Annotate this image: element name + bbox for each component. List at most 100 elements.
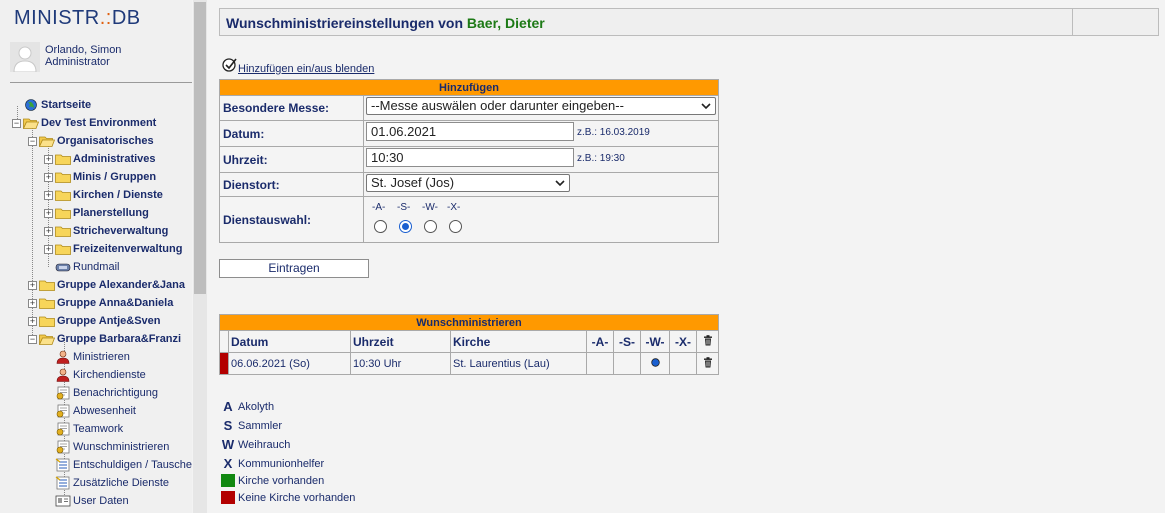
- dienst-label-w: -W-: [422, 202, 438, 213]
- settings-doc-icon: [55, 422, 71, 436]
- nav-item-label: Stricheverwaltung: [73, 225, 169, 237]
- col-kirche: Kirche: [450, 330, 587, 353]
- nav-item-user-daten[interactable]: User Daten: [0, 492, 192, 510]
- scrollbar-thumb[interactable]: [194, 2, 206, 294]
- red-swatch: [221, 491, 235, 504]
- table-row: 06.06.2021 (So) 10:30 Uhr St. Laurentius…: [219, 352, 719, 375]
- messe-label: Besondere Messe:: [219, 95, 364, 121]
- folder-icon: [39, 278, 55, 292]
- nav-item-benachrichtigung[interactable]: Benachrichtigung: [0, 384, 192, 402]
- sidebar-scrollbar[interactable]: [193, 0, 207, 513]
- expand-icon[interactable]: +: [28, 281, 37, 290]
- nav-item-label: Abwesenheit: [73, 405, 136, 417]
- uhrzeit-hint: z.B.: 19:30: [577, 153, 625, 164]
- col-a: -A-: [586, 330, 614, 353]
- dienst-radio-x[interactable]: [449, 220, 462, 233]
- dienstort-select[interactable]: St. Josef (Jos): [366, 174, 570, 192]
- nav-item-zusätzliche-dienste[interactable]: Zusätzliche Dienste: [0, 474, 192, 492]
- nav-item-teamwork[interactable]: Teamwork: [0, 420, 192, 438]
- sidebar: MINISTR.:DB Orlando, Simon Administrator…: [0, 0, 192, 513]
- mail-icon: [55, 260, 71, 274]
- checkmark-icon: [222, 58, 237, 72]
- member-name: Baer, Dieter: [466, 15, 545, 31]
- nav-item-rundmail[interactable]: Rundmail: [0, 258, 192, 276]
- nav-item-label: Teamwork: [73, 423, 124, 435]
- nav-item-label: Gruppe Alexander&Jana: [57, 279, 185, 291]
- nav-item-label: Ministrieren: [73, 351, 130, 363]
- nav-item-gruppe-anna-daniela[interactable]: + Gruppe Anna&Daniela: [0, 294, 192, 312]
- nav-item-dev-test-environment[interactable]: − Dev Test Environment: [0, 114, 192, 132]
- trash-icon: [703, 356, 712, 367]
- dienst-label-s: -S-: [397, 202, 411, 213]
- folder-icon: [55, 188, 71, 202]
- user-role: Administrator: [45, 56, 110, 68]
- row-uhrzeit: 10:30 Uhr: [350, 352, 451, 375]
- nav-item-freizeitenverwaltung[interactable]: + Freizeitenverwaltung: [0, 240, 192, 258]
- selected-dot-icon: [650, 357, 660, 367]
- folder-icon: [39, 314, 55, 328]
- nav-item-kirchen-dienste[interactable]: + Kirchen / Dienste: [0, 186, 192, 204]
- expand-icon[interactable]: +: [28, 317, 37, 326]
- collapse-icon[interactable]: −: [28, 335, 37, 344]
- folder-open-icon: [38, 134, 56, 148]
- toggle-add-form-link[interactable]: Hinzufügen ein/aus blenden: [238, 63, 374, 75]
- nav-item-entschuldigen-tauschen[interactable]: Entschuldigen / Tauschen: [0, 456, 192, 474]
- expand-icon[interactable]: +: [28, 299, 37, 308]
- datum-input[interactable]: 01.06.2021: [366, 122, 574, 141]
- nav-item-label: Zusätzliche Dienste: [73, 477, 169, 489]
- globe-icon: [23, 98, 39, 112]
- nav-item-administratives[interactable]: + Administratives: [0, 150, 192, 168]
- nav-item-gruppe-barbara-franzi[interactable]: − Gruppe Barbara&Franzi: [0, 330, 192, 348]
- nav-item-label: Rundmail: [73, 261, 120, 273]
- nav-item-label: User Daten: [73, 495, 129, 507]
- nav-item-label: Organisatorisches: [57, 135, 154, 147]
- folder-icon: [55, 242, 71, 256]
- folder-icon: [39, 296, 55, 310]
- expand-icon[interactable]: +: [44, 245, 53, 254]
- datum-label: Datum:: [219, 120, 364, 147]
- expand-icon[interactable]: +: [44, 209, 53, 218]
- dienst-label-a: -A-: [372, 202, 386, 213]
- nav-item-label: Startseite: [41, 99, 92, 111]
- expand-icon[interactable]: +: [44, 173, 53, 182]
- nav-item-label: Gruppe Barbara&Franzi: [57, 333, 182, 345]
- nav-item-gruppe-alexander-jana[interactable]: + Gruppe Alexander&Jana: [0, 276, 192, 294]
- nav-item-label: Entschuldigen / Tauschen: [73, 459, 192, 471]
- expand-icon[interactable]: +: [44, 191, 53, 200]
- wunsch-table-title: Wunschministrieren: [219, 314, 719, 331]
- nav-item-stricheverwaltung[interactable]: + Stricheverwaltung: [0, 222, 192, 240]
- folder-icon: [55, 224, 71, 238]
- collapse-icon[interactable]: −: [12, 119, 21, 128]
- app-logo[interactable]: MINISTR.:DB: [14, 7, 141, 30]
- nav-item-ministrieren[interactable]: Ministrieren: [0, 348, 192, 366]
- expand-icon[interactable]: +: [44, 227, 53, 236]
- chevron-down-icon: [555, 180, 565, 187]
- list-icon: [55, 476, 71, 490]
- nav-item-organisatorisches[interactable]: − Organisatorisches: [0, 132, 192, 150]
- eintragen-button[interactable]: Eintragen: [219, 259, 369, 278]
- settings-doc-icon: [55, 386, 71, 400]
- expand-icon[interactable]: +: [44, 155, 53, 164]
- dienst-radio-w[interactable]: [424, 220, 437, 233]
- dienst-radio-s[interactable]: [399, 220, 412, 233]
- row-delete-button[interactable]: [696, 352, 719, 375]
- avatar: [10, 42, 40, 73]
- col-s: -S-: [613, 330, 641, 353]
- nav-item-minis-gruppen[interactable]: + Minis / Gruppen: [0, 168, 192, 186]
- nav-item-gruppe-antje-sven[interactable]: + Gruppe Antje&Sven: [0, 312, 192, 330]
- nav-item-label: Kirchen / Dienste: [73, 189, 163, 201]
- messe-select[interactable]: --Messe auswälen oder darunter eingeben-…: [366, 97, 716, 115]
- collapse-icon[interactable]: −: [28, 137, 37, 146]
- dienst-radio-a[interactable]: [374, 220, 387, 233]
- nav-item-planerstellung[interactable]: + Planerstellung: [0, 204, 192, 222]
- dienst-label-x: -X-: [447, 202, 461, 213]
- uhrzeit-input[interactable]: 10:30: [366, 148, 574, 167]
- nav-item-label: Planerstellung: [73, 207, 149, 219]
- nav-item-wunschministrieren[interactable]: Wunschministrieren: [0, 438, 192, 456]
- nav-item-startseite[interactable]: Startseite: [0, 96, 192, 114]
- nav-item-abwesenheit[interactable]: Abwesenheit: [0, 402, 192, 420]
- col-uhrzeit: Uhrzeit: [350, 330, 451, 353]
- add-form-title: Hinzufügen: [219, 79, 719, 96]
- nav-item-kirchendienste[interactable]: Kirchendienste: [0, 366, 192, 384]
- row-cell-w: [640, 352, 670, 375]
